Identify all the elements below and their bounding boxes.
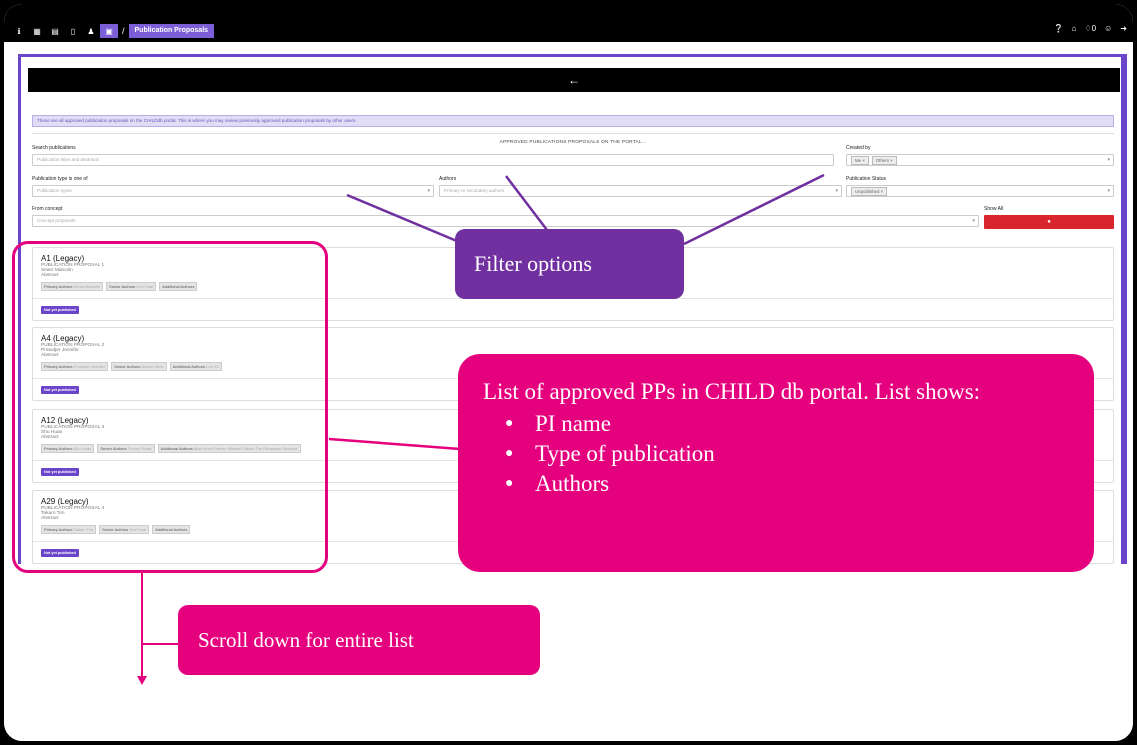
status-chip-unpublished[interactable]: Unpublished × [851,187,888,196]
list-callout-item: Type of publication [483,439,1069,469]
created-by-select[interactable]: Me × Others × ▾ [846,154,1114,166]
pub-type-label: Publication type is one of [32,176,88,182]
pub-type-placeholder: Publication types [37,188,72,193]
arrow-down-icon [137,676,147,685]
bell-icon[interactable]: ♢0 [1085,24,1097,33]
book-icon[interactable]: ▣ [100,24,118,38]
filter-options-callout: Filter options [455,229,684,299]
notification-count: 0 [1091,24,1097,33]
info-icon[interactable]: ℹ [10,24,28,38]
back-arrow-icon: ← [568,73,580,87]
nav-icon-group: ℹ ▦ ▤ ▯ ♟ ▣ / Publication Proposals [10,24,215,38]
chevron-down-icon[interactable]: ▾ [835,186,838,196]
chevron-down-icon[interactable]: ▾ [972,216,975,226]
authors-placeholder: Primary or secondary authors [444,188,505,193]
list-callout-bullets: PI name Type of publication Authors [483,409,1069,499]
search-placeholder: Publication titles and abstracts [37,157,100,162]
created-by-label: Created by [846,145,871,151]
scroll-callout: Scroll down for entire list [178,605,540,675]
info-banner: These are all approved publication propo… [32,115,1114,127]
table-icon[interactable]: ▦ [28,24,46,38]
pub-type-select[interactable]: Publication types ▾ [32,185,434,197]
show-all-button[interactable]: ● [984,215,1114,229]
list-callout-item: Authors [483,469,1069,499]
breadcrumb-current[interactable]: Publication Proposals [128,24,215,38]
home-icon[interactable]: ⌂ [1072,24,1077,33]
chevron-down-icon[interactable]: ▾ [1107,186,1110,196]
help-icon[interactable]: ❔ [1054,24,1064,33]
concept-placeholder: Concept proposals [37,218,76,223]
chevron-down-icon[interactable]: ▾ [427,186,430,196]
concept-select[interactable]: Concept proposals ▾ [32,215,979,227]
list-description-callout: List of approved PPs in CHILD db portal.… [458,354,1094,572]
section-title-text: APPROVED PUBLICATIONS PROPOSALS ON THE P… [493,140,653,145]
search-label: Search publications [32,145,76,151]
screenshot-frame: ℹ ▦ ▤ ▯ ♟ ▣ / Publication Proposals ❔ ⌂ … [0,0,1137,745]
search-input[interactable]: Publication titles and abstracts [32,154,834,166]
logout-icon[interactable]: ➜ [1120,24,1127,33]
show-all-label: Show All [984,206,1004,212]
list-callout-item: PI name [483,409,1069,439]
chevron-down-icon[interactable]: ▾ [1107,155,1110,165]
account-icon[interactable]: ☺ [1104,24,1112,33]
back-button[interactable]: ← [28,68,1120,92]
list-callout-intro: List of approved PPs in CHILD db portal.… [483,379,981,404]
concept-label: From concept [32,206,63,212]
created-by-chip-others[interactable]: Others × [871,156,897,165]
panel-right-border [1121,57,1124,564]
nav-right-icons: ❔ ⌂ ♢0 ☺ ➜ [1054,24,1127,33]
status-select[interactable]: Unpublished × ▾ [846,185,1114,197]
breadcrumb-separator: / [122,26,125,36]
list-highlight-box [12,241,328,573]
file-icon[interactable]: ▯ [64,24,82,38]
authors-label: Authors [439,176,457,182]
status-label: Publication Status [846,176,887,182]
authors-select[interactable]: Primary or secondary authors ▾ [439,185,842,197]
top-nav-bar: ℹ ▦ ▤ ▯ ♟ ▣ / Publication Proposals ❔ ⌂ … [4,4,1133,42]
section-title: APPROVED PUBLICATIONS PROPOSALS ON THE P… [32,133,1114,145]
created-by-chip-me[interactable]: Me × [851,156,869,165]
user-icon[interactable]: ♟ [82,24,100,38]
toggle-icon: ● [1047,219,1051,225]
database-icon[interactable]: ▤ [46,24,64,38]
